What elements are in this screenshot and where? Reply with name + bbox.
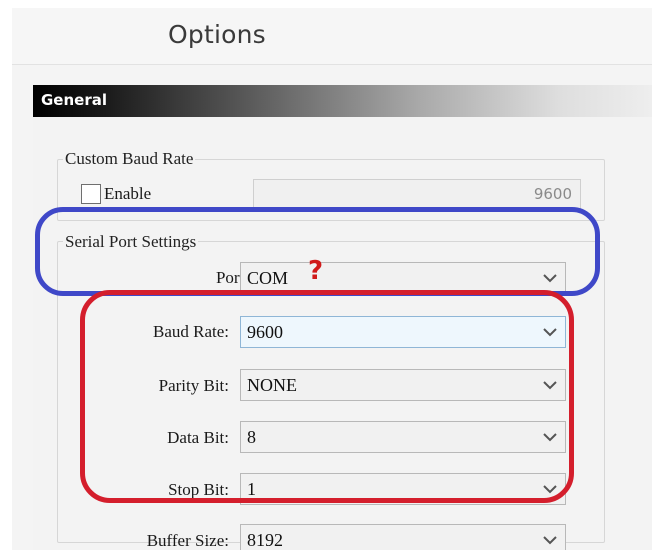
custom-baud-input[interactable]: 9600 bbox=[253, 179, 581, 209]
title-bar: Options bbox=[12, 8, 652, 65]
buffer-size-select[interactable]: 8192 bbox=[240, 524, 566, 550]
red-annotation-outline bbox=[80, 290, 574, 503]
blue-annotation-outline bbox=[35, 207, 600, 296]
section-header-general: General bbox=[33, 85, 652, 117]
enable-label: Enable bbox=[104, 184, 152, 203]
section-title: General bbox=[41, 91, 107, 109]
enable-checkbox[interactable] bbox=[81, 184, 101, 204]
chevron-down-icon bbox=[543, 536, 557, 545]
window-title: Options bbox=[168, 20, 266, 49]
buffer-size-value: 8192 bbox=[247, 530, 283, 550]
custom-baud-group-label: Custom Baud Rate bbox=[63, 149, 196, 169]
buffer-size-label: Buffer Size: bbox=[146, 531, 229, 550]
